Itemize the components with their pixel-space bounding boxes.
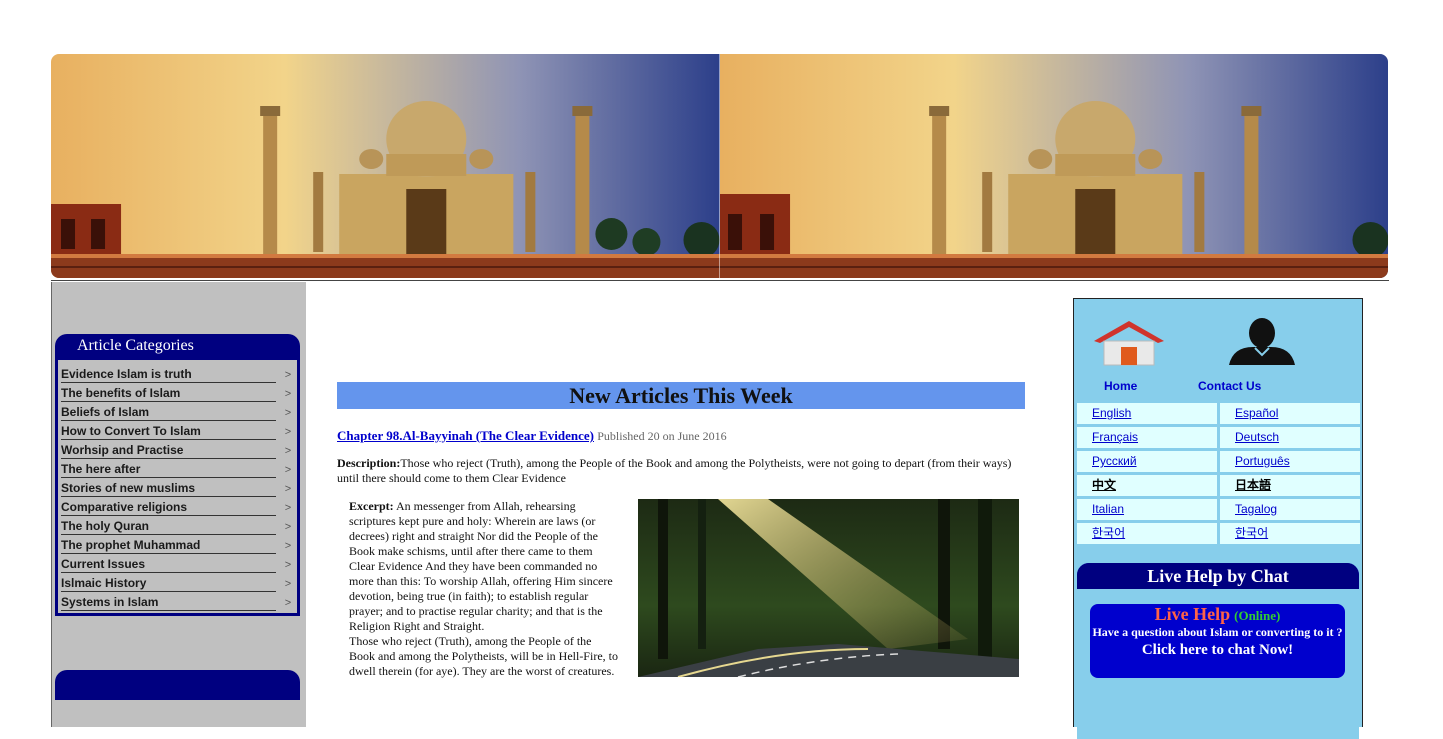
header-banner [51, 54, 1388, 278]
language-cell: 中文 [1077, 475, 1217, 496]
category-link[interactable]: Worhsip and Practise [61, 442, 276, 459]
category-link[interactable]: Comparative religions [61, 499, 276, 516]
chevron-right-icon: > [284, 597, 292, 609]
category-link[interactable]: How to Convert To Islam [61, 423, 276, 440]
category-link[interactable]: Current Issues [61, 556, 276, 573]
category-link[interactable]: The prophet Muhammad [61, 537, 276, 554]
chat-question: Have a question about Islam or convertin… [1092, 625, 1343, 639]
chevron-right-icon: > [284, 578, 292, 590]
second-panel-header [55, 670, 300, 700]
excerpt-paragraph-2: Those who reject (Truth), among the Peop… [349, 634, 618, 678]
category-item[interactable]: Systems in Islam > [61, 592, 295, 611]
banner-image-right [719, 54, 1388, 278]
language-cell: 한국어 [1220, 523, 1360, 544]
category-link[interactable]: Islmaic History [61, 575, 276, 592]
chevron-right-icon: > [284, 369, 292, 381]
category-link[interactable]: Systems in Islam [61, 594, 276, 611]
language-link-spanish[interactable]: Español [1235, 406, 1278, 420]
article-description: Description:Those who reject (Truth), am… [337, 456, 1029, 486]
language-link-tagalog[interactable]: Tagalog [1235, 502, 1277, 516]
category-item[interactable]: The holy Quran > [61, 516, 295, 535]
contact-person-icon[interactable] [1225, 317, 1299, 365]
home-link[interactable]: Home [1104, 379, 1137, 393]
chevron-right-icon: > [284, 483, 292, 495]
language-link-english[interactable]: English [1092, 406, 1131, 420]
category-link[interactable]: The benefits of Islam [61, 385, 276, 402]
category-item[interactable]: Islmaic History > [61, 573, 295, 592]
excerpt-paragraph-1: An messenger from Allah, rehearsing scri… [349, 499, 613, 633]
language-cell: Español [1220, 403, 1360, 424]
article-published-date: Published 20 on June 2016 [597, 429, 727, 443]
category-item[interactable]: The here after > [61, 459, 295, 478]
description-label: Description: [337, 456, 401, 470]
category-item[interactable]: Beliefs of Islam > [61, 402, 295, 421]
chevron-right-icon: > [284, 426, 292, 438]
article-title-link[interactable]: Chapter 98.Al-Bayyinah (The Clear Eviden… [337, 428, 594, 443]
category-item[interactable]: The prophet Muhammad > [61, 535, 295, 554]
contact-us-link[interactable]: Contact Us [1198, 379, 1261, 393]
language-cell: Italian [1077, 499, 1217, 520]
language-link-russian[interactable]: Русский [1092, 454, 1137, 468]
chevron-right-icon: > [284, 559, 292, 571]
language-cell: 한국어 [1077, 523, 1217, 544]
category-link[interactable]: Stories of new muslims [61, 480, 276, 497]
article-excerpt: Excerpt: An messenger from Allah, rehear… [349, 499, 619, 679]
language-cell: Français [1077, 427, 1217, 448]
article-categories-list: Evidence Islam is truth > The benefits of… [55, 360, 300, 616]
chevron-right-icon: > [284, 407, 292, 419]
language-cell: Tagalog [1220, 499, 1360, 520]
category-link[interactable]: The holy Quran [61, 518, 276, 535]
language-cell: 日本語 [1220, 475, 1360, 496]
main-content: New Articles This Week Chapter 98.Al-Bay… [306, 282, 1066, 727]
chevron-right-icon: > [284, 521, 292, 533]
language-cell: Deutsch [1220, 427, 1360, 448]
chevron-right-icon: > [284, 388, 292, 400]
banner-divider [51, 280, 1389, 281]
category-item[interactable]: How to Convert To Islam > [61, 421, 295, 440]
live-chat-title: Live Help by Chat [1077, 563, 1359, 589]
new-articles-heading: New Articles This Week [337, 382, 1025, 409]
right-sidebar: Home Contact Us English Español Français… [1073, 298, 1363, 739]
chevron-right-icon: > [284, 540, 292, 552]
category-item[interactable]: Comparative religions > [61, 497, 295, 516]
category-link[interactable]: Beliefs of Islam [61, 404, 276, 421]
category-item[interactable]: The benefits of Islam > [61, 383, 295, 402]
description-text: Those who reject (Truth), among the Peop… [337, 456, 1012, 485]
live-chat-box: Live Help by Chat Live Help (Online) Hav… [1077, 563, 1359, 739]
language-link-french[interactable]: Français [1092, 430, 1138, 444]
chevron-right-icon: > [284, 502, 292, 514]
chevron-right-icon: > [284, 464, 292, 476]
article-title-row: Chapter 98.Al-Bayyinah (The Clear Eviden… [337, 428, 1037, 444]
language-link-korean-2[interactable]: 한국어 [1235, 526, 1268, 540]
category-item[interactable]: Current Issues > [61, 554, 295, 573]
language-cell: Русский [1077, 451, 1217, 472]
category-link[interactable]: Evidence Islam is truth [61, 366, 276, 383]
language-link-chinese[interactable]: 中文 [1092, 478, 1116, 492]
live-chat-button[interactable]: Live Help (Online) Have a question about… [1090, 604, 1345, 678]
language-cell: English [1077, 403, 1217, 424]
language-link-german[interactable]: Deutsch [1235, 430, 1279, 444]
forest-road-image [638, 499, 1019, 677]
excerpt-label: Excerpt: [349, 499, 394, 513]
left-sidebar: Article Categories Evidence Islam is tru… [51, 282, 306, 727]
chevron-right-icon: > [284, 445, 292, 457]
language-link-italian[interactable]: Italian [1092, 502, 1124, 516]
language-link-japanese[interactable]: 日本語 [1235, 478, 1271, 492]
banner-image-left [51, 54, 720, 278]
chat-now-link[interactable]: Click here to chat Now! [1090, 642, 1345, 659]
language-link-korean[interactable]: 한국어 [1092, 526, 1125, 540]
category-item[interactable]: Evidence Islam is truth > [61, 364, 295, 383]
category-link[interactable]: The here after [61, 461, 276, 478]
category-item[interactable]: Worhsip and Practise > [61, 440, 295, 459]
live-help-label: Live Help [1154, 604, 1231, 624]
language-cell: Português [1220, 451, 1360, 472]
category-item[interactable]: Stories of new muslims > [61, 478, 295, 497]
home-icon[interactable] [1092, 319, 1166, 367]
language-link-portuguese[interactable]: Português [1235, 454, 1290, 468]
online-status: (Online) [1234, 608, 1281, 623]
article-categories-box: Article Categories Evidence Islam is tru… [55, 334, 300, 616]
language-grid: English Español Français Deutsch Русский… [1077, 403, 1360, 544]
